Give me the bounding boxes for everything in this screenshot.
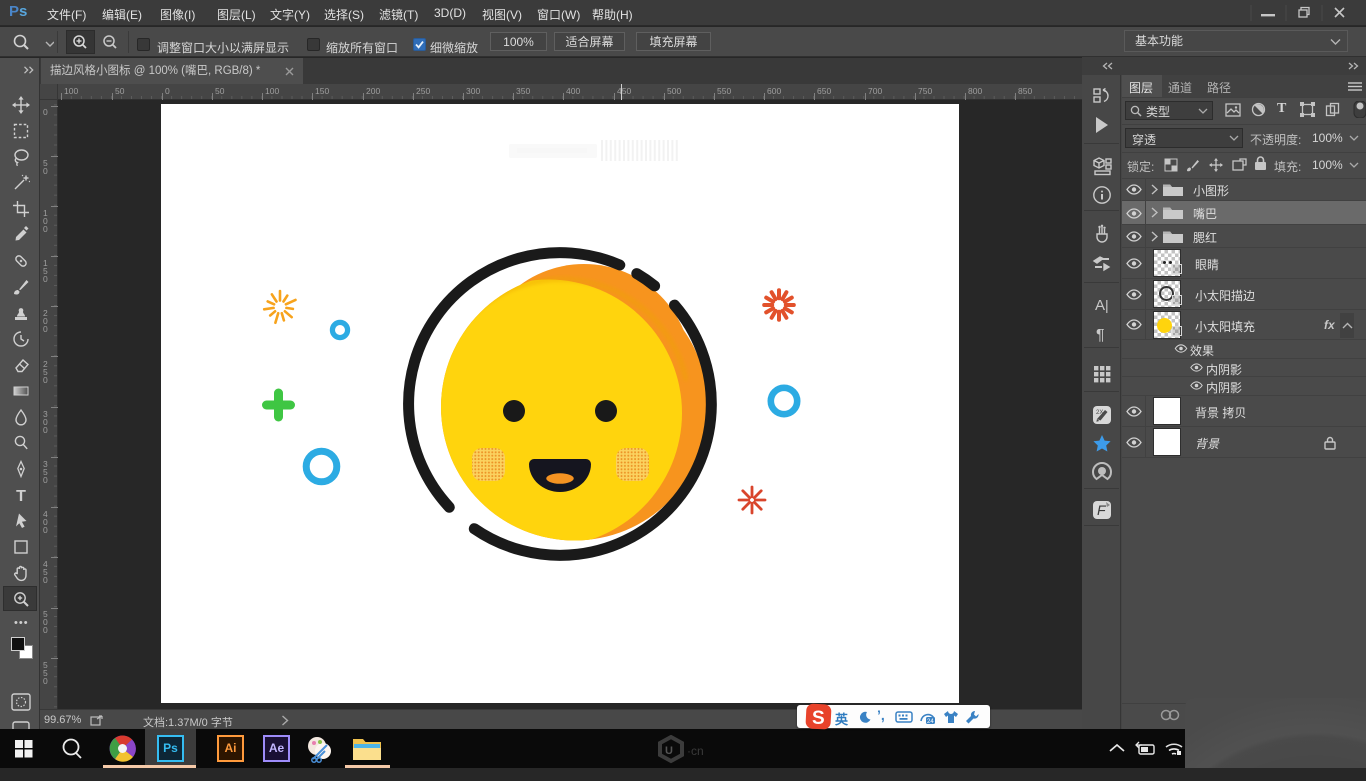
svg-text:F: F	[1097, 502, 1107, 518]
svg-text:·cn: ·cn	[687, 744, 704, 758]
svg-text:T: T	[16, 488, 26, 504]
svg-text:¶: ¶	[1096, 327, 1105, 344]
svg-text:2X: 2X	[1096, 410, 1103, 416]
svg-text:U: U	[665, 745, 673, 757]
svg-text:24: 24	[927, 719, 934, 725]
svg-text:S: S	[812, 708, 825, 729]
svg-text:A|: A|	[1095, 297, 1109, 314]
